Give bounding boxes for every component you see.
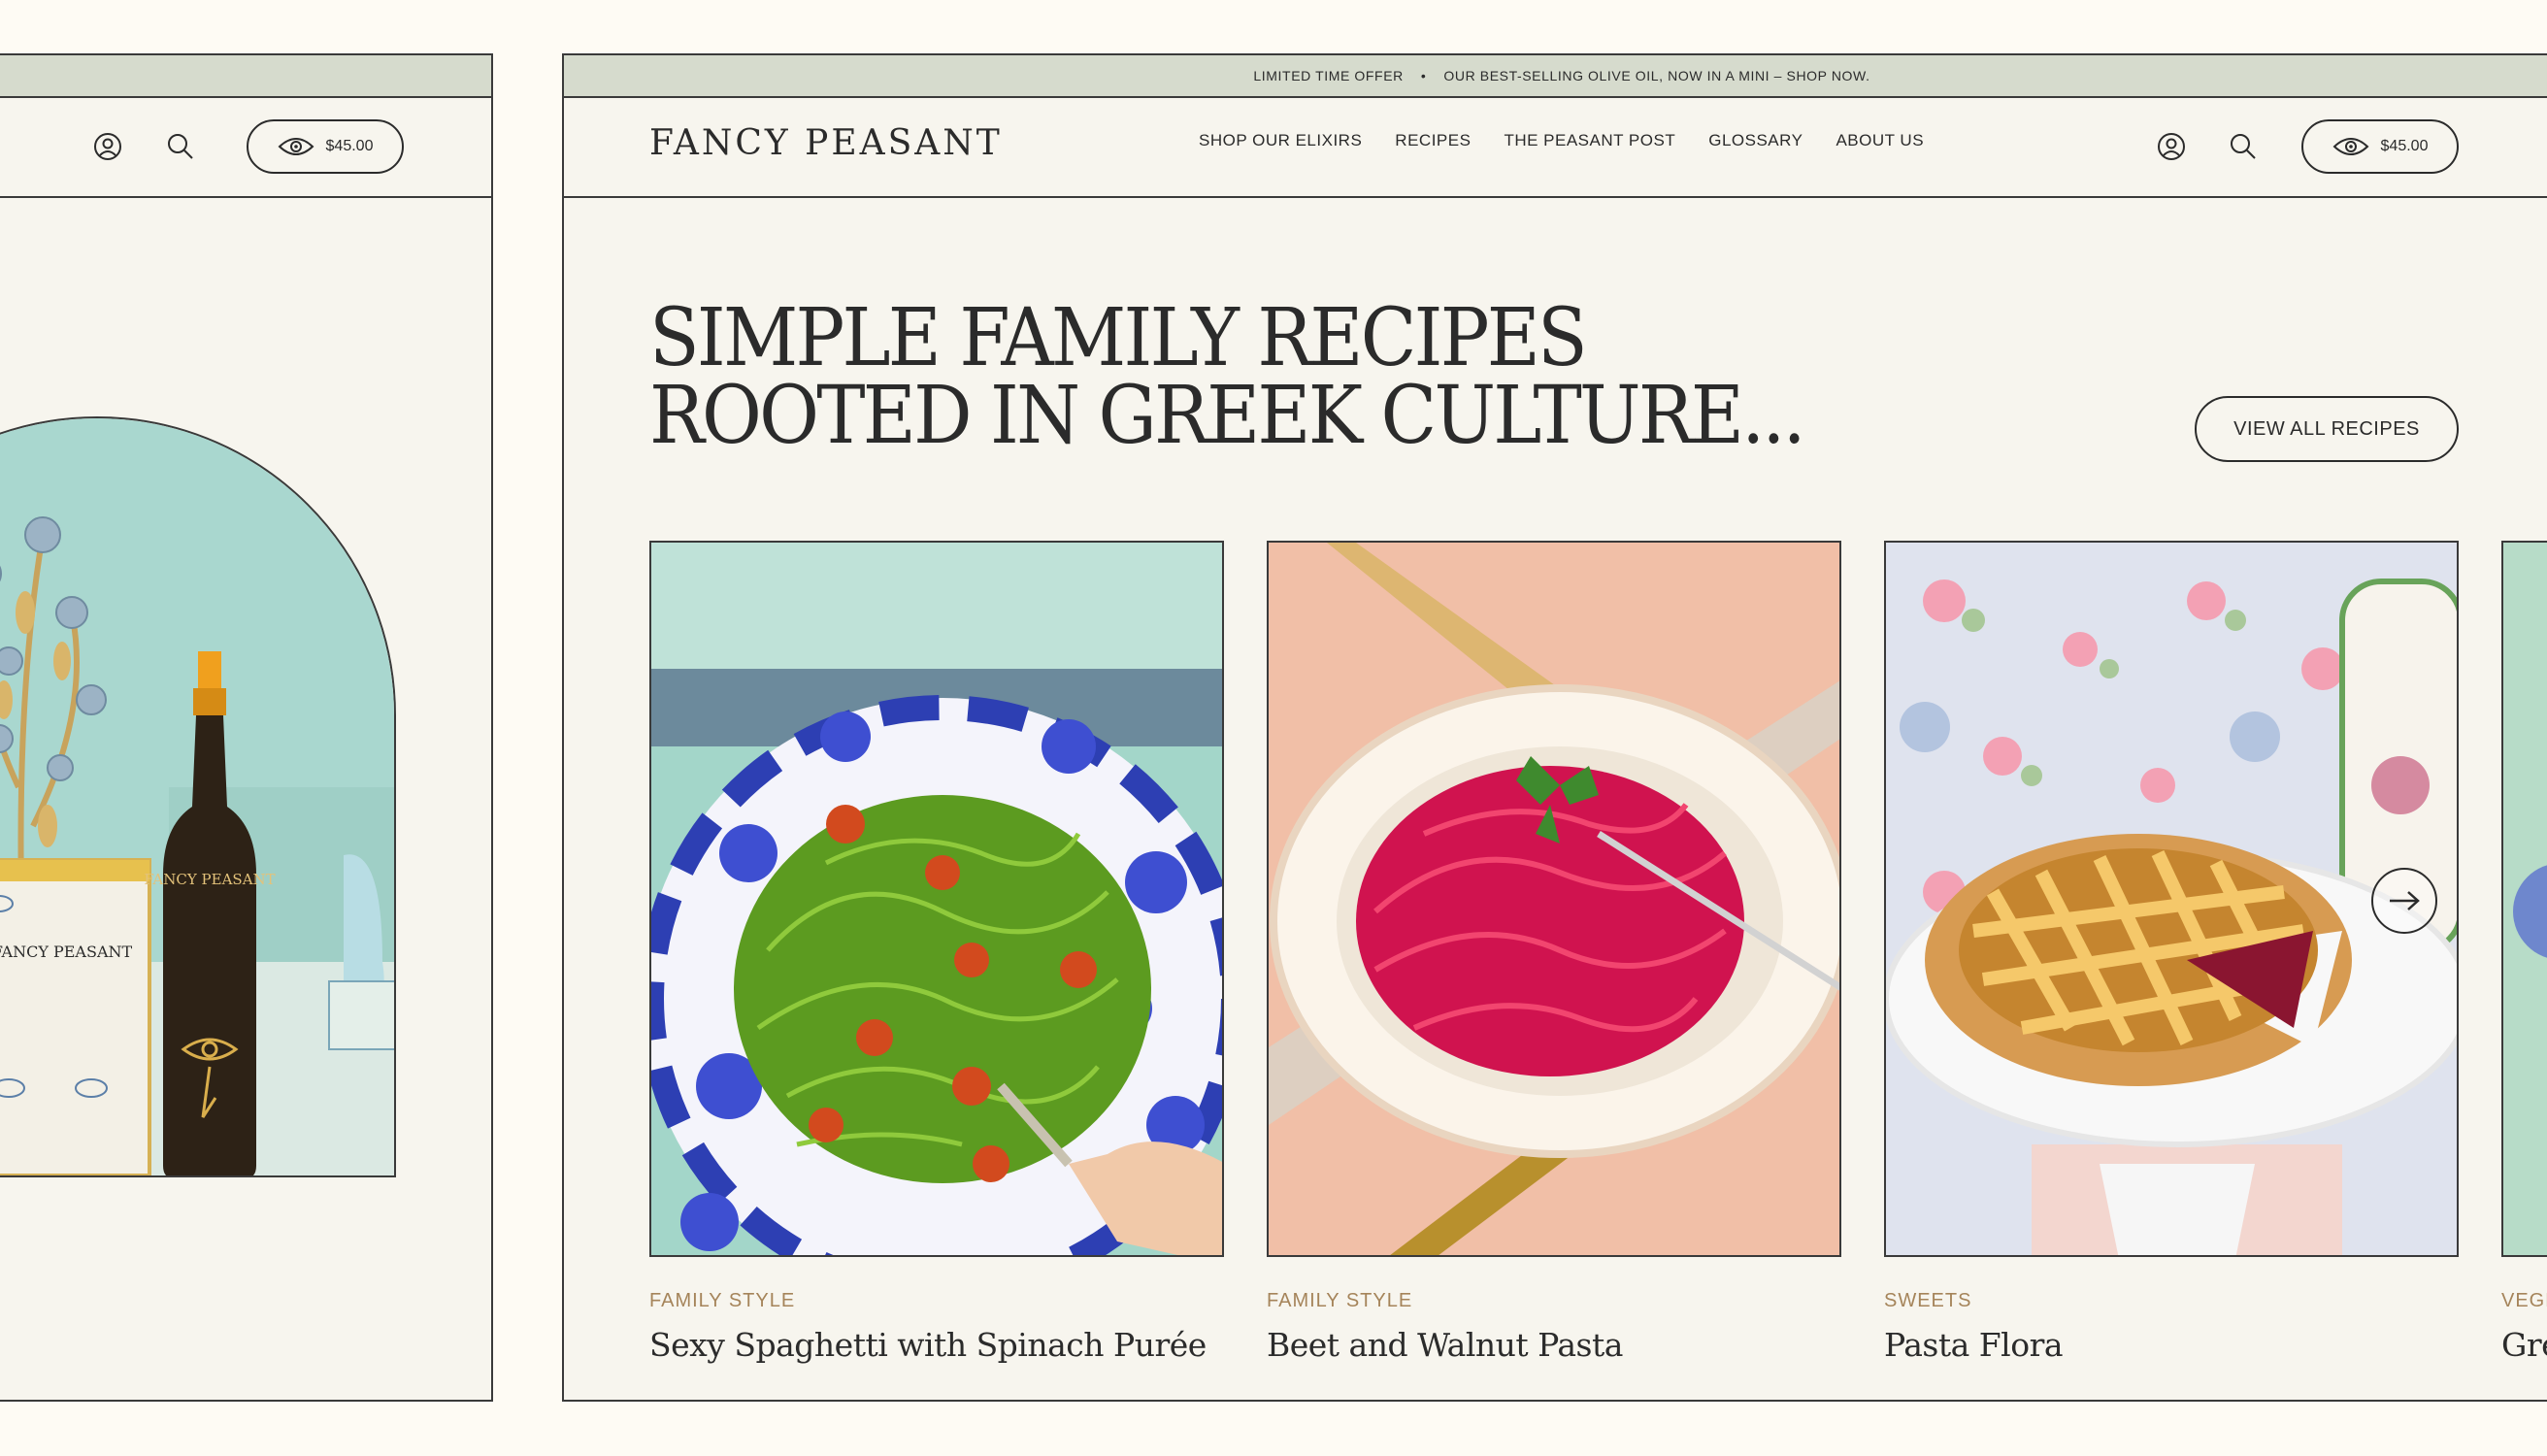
recipe-card[interactable]: SWEETS Pasta Flora: [1884, 541, 2459, 1364]
carousel-next-button[interactable]: [2371, 868, 2437, 934]
search-button[interactable]: [161, 127, 200, 166]
recipe-title[interactable]: Beet and Walnut Pasta: [1267, 1326, 1841, 1364]
nav-recipes[interactable]: RECIPES: [1395, 131, 1471, 150]
recipe-title[interactable]: Pasta Flora: [1884, 1326, 2459, 1364]
site-header: $45.00: [0, 98, 491, 198]
announcement-bar[interactable]: LIMITED TIME OFFER • OUR BEST-SELLING OL…: [564, 55, 2547, 98]
site-logo[interactable]: FANCY PEASANT: [649, 123, 1003, 163]
recipe-category: SWEETS: [1884, 1290, 1972, 1311]
user-circle-icon: [2158, 133, 2185, 160]
search-icon: [2231, 134, 2256, 159]
olive-oil-product-photo: FANCY PEASANT FANCY PEASANT: [0, 418, 394, 1175]
cart-button[interactable]: $45.00: [247, 119, 404, 174]
nav-about-us[interactable]: ABOUT US: [1836, 131, 1924, 150]
main-page-frame: LIMITED TIME OFFER • OUR BEST-SELLING OL…: [562, 53, 2547, 1402]
recipe-card[interactable]: VEGE Gre: [2501, 541, 2547, 1364]
cart-total: $45.00: [2380, 138, 2429, 154]
eye-icon: [278, 138, 314, 155]
tin-label: FANCY PEASANT: [0, 943, 133, 961]
recipe-category: FAMILY STYLE: [649, 1290, 796, 1311]
announcement-message[interactable]: OUR BEST-SELLING OLIVE OIL, NOW IN A MIN…: [1443, 68, 1869, 83]
cart-button[interactable]: $45.00: [2301, 119, 2459, 174]
recipe-title[interactable]: Sexy Spaghetti with Spinach Purée: [649, 1326, 1224, 1364]
nav-the-peasant-post[interactable]: THE PEASANT POST: [1504, 131, 1675, 150]
headline-line-2: ROOTED IN GREEK CULTURE...: [649, 370, 1806, 462]
bottle-label: FANCY PEASANT: [144, 871, 275, 888]
announcement-separator: •: [1420, 68, 1427, 83]
recipe-photo-beet-walnut-pasta[interactable]: [1267, 541, 1841, 1257]
account-button[interactable]: [88, 127, 127, 166]
cart-total: $45.00: [325, 138, 374, 154]
recipe-photo-partial[interactable]: [2501, 541, 2547, 1257]
announcement-bar: [0, 55, 491, 98]
recipe-card[interactable]: FAMILY STYLE Sexy Spaghetti with Spinach…: [649, 541, 1224, 1364]
headline-line-1: SIMPLE FAMILY RECIPES: [649, 292, 1588, 384]
recipe-category: VEGE: [2501, 1290, 2547, 1311]
site-header: FANCY PEASANT SHOP OUR ELIXIRS RECIPES T…: [564, 98, 2547, 198]
recipe-photo-spinach-spaghetti[interactable]: [649, 541, 1224, 1257]
search-icon: [168, 134, 193, 159]
left-preview-frame: $45.00 FANCY PEASANT FANCY PEASANT: [0, 53, 493, 1402]
arrow-right-icon: [2390, 891, 2420, 910]
main-nav: SHOP OUR ELIXIRS RECIPES THE PEASANT POS…: [1199, 131, 1924, 150]
recipe-title[interactable]: Gre: [2501, 1326, 2547, 1364]
product-arch-image: FANCY PEASANT FANCY PEASANT: [0, 416, 396, 1177]
page-headline: SIMPLE FAMILY RECIPES ROOTED IN GREEK CU…: [649, 292, 1806, 462]
nav-glossary[interactable]: GLOSSARY: [1708, 131, 1803, 150]
announcement-offer: LIMITED TIME OFFER: [1253, 68, 1404, 83]
recipe-category: FAMILY STYLE: [1267, 1290, 1413, 1311]
view-all-recipes-button[interactable]: VIEW ALL RECIPES: [2195, 396, 2459, 462]
nav-shop-our-elixirs[interactable]: SHOP OUR ELIXIRS: [1199, 131, 1362, 150]
eye-icon: [2332, 138, 2368, 155]
recipe-card[interactable]: FAMILY STYLE Beet and Walnut Pasta: [1267, 541, 1841, 1364]
account-button[interactable]: [2152, 127, 2191, 166]
search-button[interactable]: [2224, 127, 2263, 166]
user-circle-icon: [94, 133, 121, 160]
